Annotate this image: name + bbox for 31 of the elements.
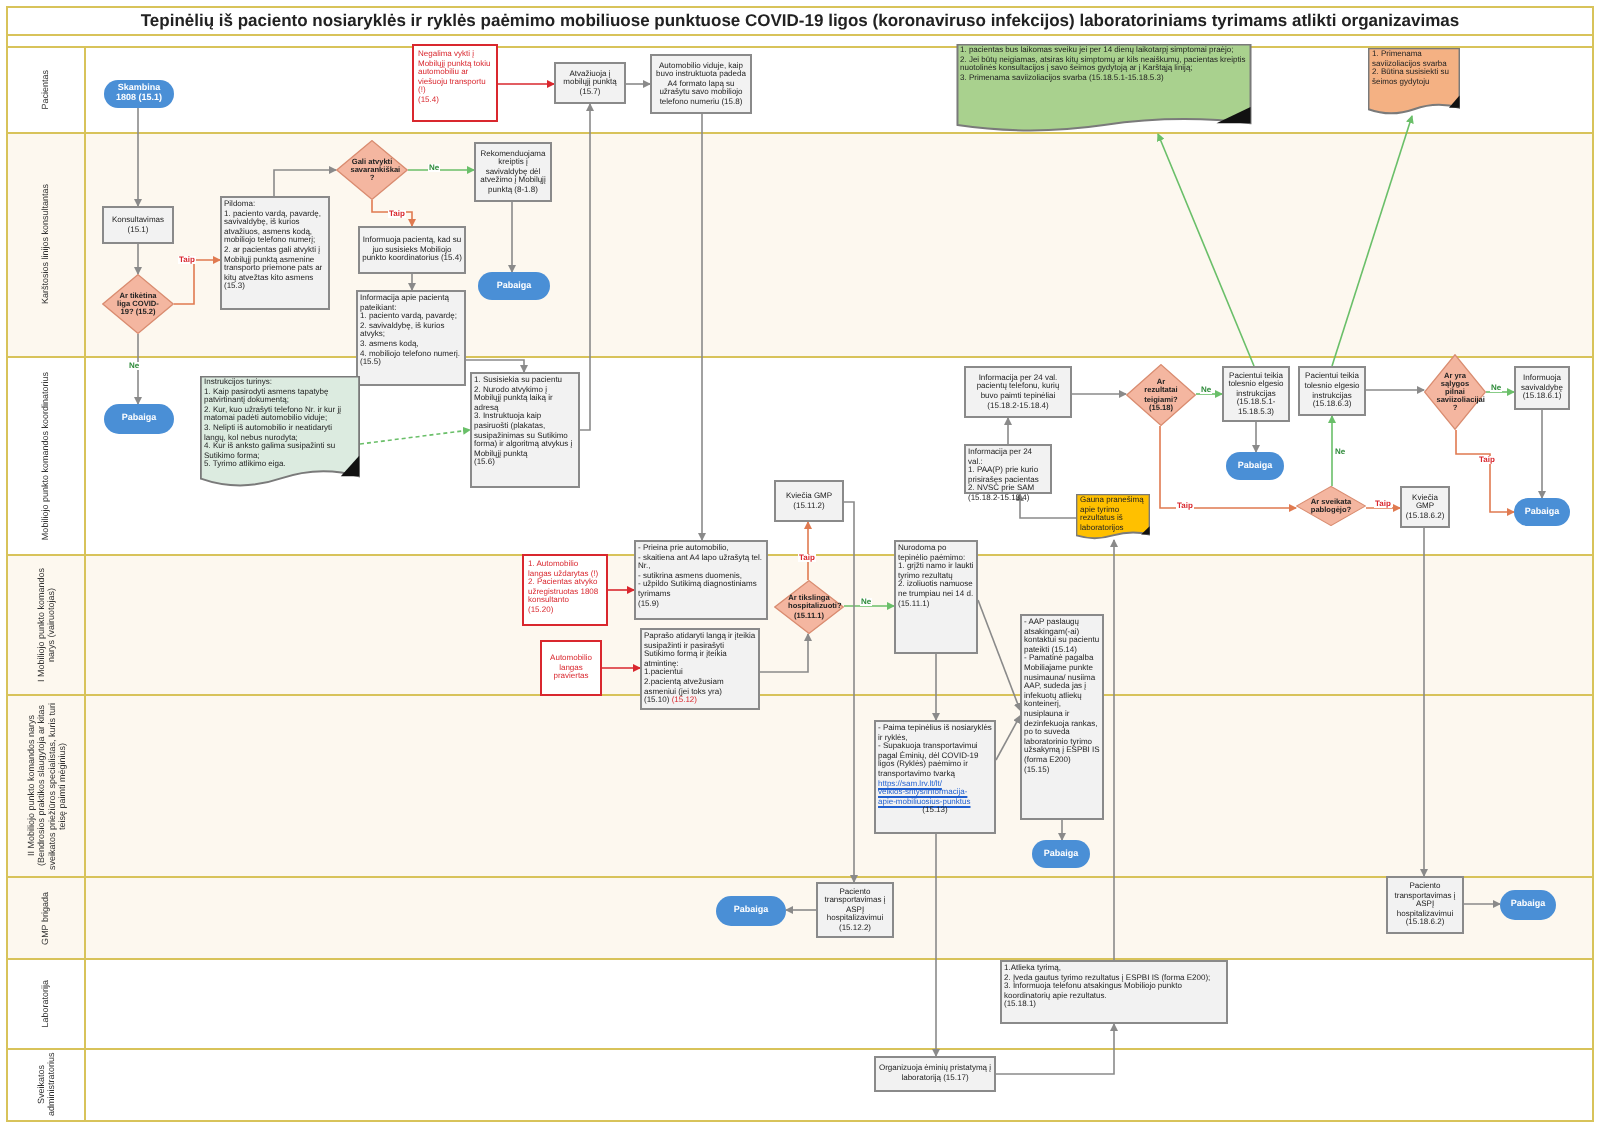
connector-arrow bbox=[408, 273, 416, 291]
connector-arrow bbox=[1365, 386, 1425, 394]
connector-arrow bbox=[1071, 390, 1127, 398]
connector-arrow bbox=[359, 426, 471, 445]
connector-arrow bbox=[1365, 504, 1401, 512]
connector-arrow bbox=[759, 633, 812, 673]
connector-arrow bbox=[134, 107, 142, 207]
connector-arrow bbox=[977, 599, 1022, 711]
diagram-title: Tepinėlių iš paciento nosiaryklės ir ryklės paėmimo mobiliuose punktuose COVID-19 ligos (koronaviruso infekcijos) laboratoriniams tyrimams atlikti organizavimas bbox=[140, 8, 1460, 34]
connector-arrow bbox=[173, 256, 221, 305]
connector-arrow bbox=[1538, 409, 1546, 499]
connector-arrow bbox=[1455, 429, 1515, 516]
connector-arrow bbox=[601, 664, 641, 672]
connector-arrow bbox=[465, 359, 528, 373]
connector-arrow bbox=[1195, 390, 1223, 398]
connector-arrow bbox=[1004, 417, 1012, 445]
connector-arrow bbox=[273, 166, 337, 197]
connector-arrow bbox=[134, 243, 142, 275]
connector-arrow bbox=[932, 653, 940, 721]
connector-arrow bbox=[1463, 900, 1501, 908]
connector-arrow bbox=[625, 80, 651, 88]
connector-arrow bbox=[1058, 819, 1066, 841]
connector-arrow bbox=[607, 586, 635, 594]
connector-arrow bbox=[407, 166, 475, 174]
connector-arrow bbox=[497, 80, 555, 88]
connector-arrow bbox=[995, 1023, 1118, 1075]
connector-arrow bbox=[995, 715, 1021, 761]
connector-arrow bbox=[508, 201, 516, 273]
connector-arrow bbox=[785, 906, 817, 914]
connector-arrow bbox=[1328, 415, 1336, 487]
connector-arrow bbox=[1485, 388, 1515, 396]
